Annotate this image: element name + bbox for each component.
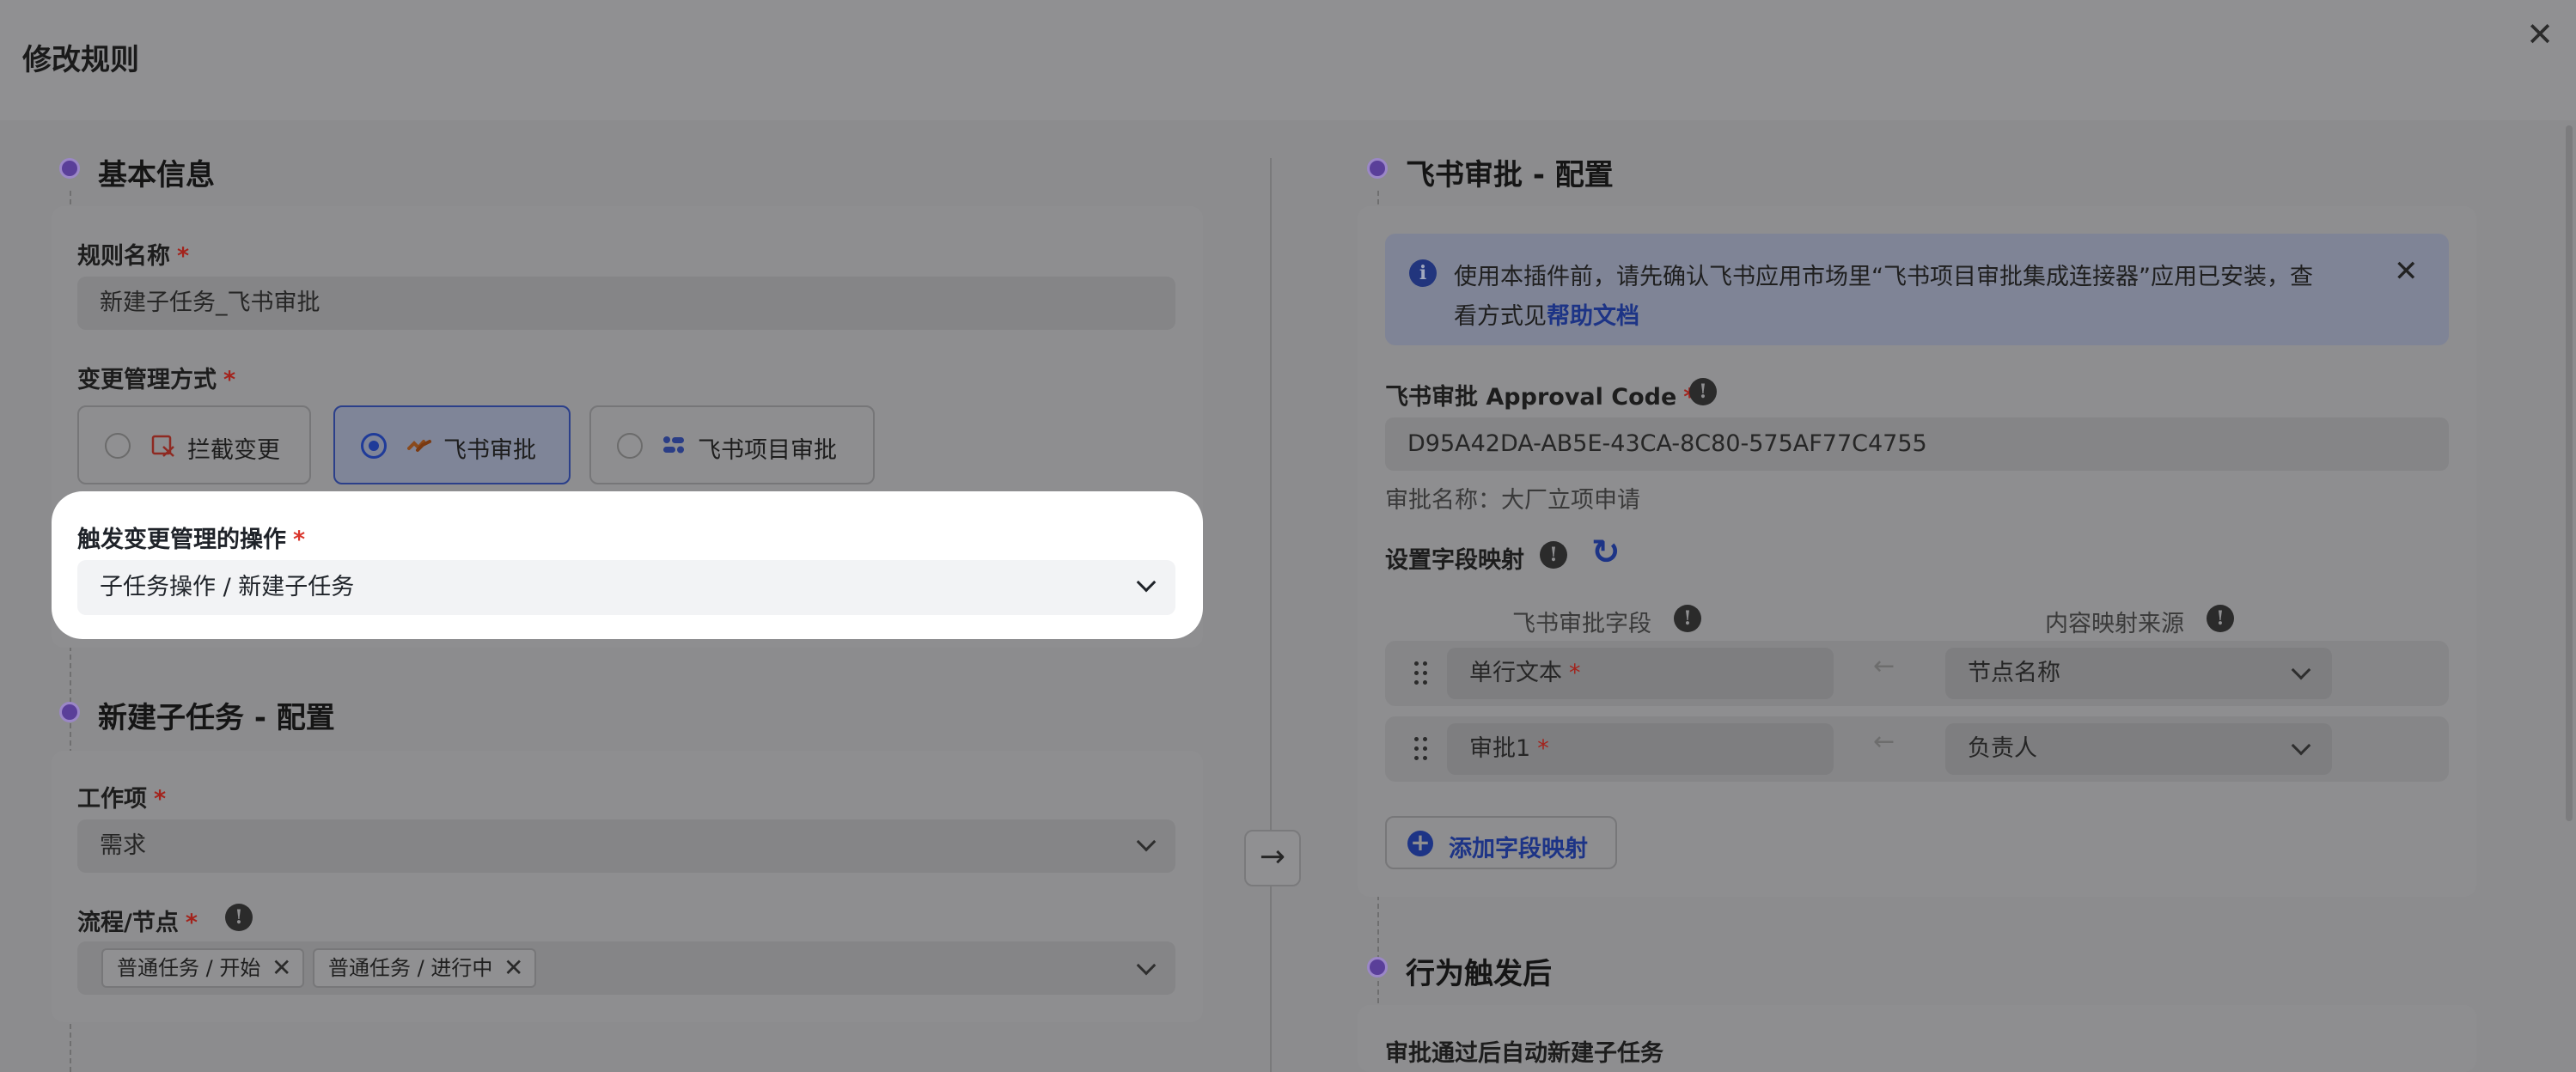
section-dot bbox=[59, 702, 80, 722]
column-divider bbox=[1270, 158, 1272, 1072]
auto-create-label: 审批通过后自动新建子任务 bbox=[1385, 1040, 1663, 1067]
tag-close-icon[interactable]: ✕ bbox=[272, 950, 291, 986]
tag-close-icon[interactable]: ✕ bbox=[504, 950, 523, 986]
mapping-field[interactable]: 审批1 * bbox=[1447, 723, 1834, 775]
tag-label: 普通任务 / 进行中 bbox=[328, 956, 493, 980]
block-change-icon bbox=[151, 435, 174, 457]
col-field-header: 飞书审批字段 bbox=[1512, 611, 1651, 637]
mapping-source-select[interactable]: 节点名称 bbox=[1945, 648, 2332, 699]
drag-handle-icon[interactable] bbox=[1414, 737, 1428, 761]
mapping-field[interactable]: 单行文本 * bbox=[1447, 648, 1834, 699]
warning-icon[interactable]: ! bbox=[225, 904, 253, 931]
scrollbar[interactable] bbox=[2566, 125, 2573, 821]
banner-close-icon[interactable]: ✕ bbox=[2394, 254, 2419, 289]
approval-code-input[interactable]: D95A42DA-AB5E-43CA-8C80-575AF77C4755 bbox=[1385, 417, 2449, 471]
flow-tag: 普通任务 / 进行中 ✕ bbox=[313, 948, 536, 988]
option-label: 拦截变更 bbox=[187, 437, 280, 464]
section-dot bbox=[1367, 957, 1388, 978]
refresh-icon[interactable]: ↻ bbox=[1591, 533, 1621, 572]
drag-handle-icon[interactable] bbox=[1414, 661, 1428, 685]
flow-node-label: 流程/节点 * bbox=[77, 910, 198, 936]
feishu-config-title: 飞书审批 - 配置 bbox=[1406, 158, 1614, 192]
basic-info-title: 基本信息 bbox=[98, 158, 215, 192]
warning-icon[interactable]: ! bbox=[1540, 541, 1567, 569]
option-feishu-project-approval[interactable]: 飞书项目审批 bbox=[589, 405, 875, 484]
trigger-label: 触发变更管理的操作 * bbox=[77, 527, 306, 553]
tag-label: 普通任务 / 开始 bbox=[117, 956, 261, 980]
info-icon: i bbox=[1409, 259, 1437, 287]
approval-code-label: 飞书审批 Approval Code * bbox=[1385, 384, 1696, 411]
radio-block-change[interactable] bbox=[105, 433, 131, 459]
arrow-right-icon: → bbox=[1244, 830, 1301, 886]
trigger-select[interactable]: 子任务操作 / 新建子任务 bbox=[77, 560, 1175, 615]
subtask-config-title: 新建子任务 - 配置 bbox=[98, 701, 335, 735]
approval-name: 审批名称：大厂立项申请 bbox=[1385, 487, 1640, 514]
work-item-select[interactable]: 需求 bbox=[77, 819, 1175, 873]
option-feishu-approval[interactable]: 飞书审批 bbox=[333, 405, 571, 484]
arrow-left-icon: ← bbox=[1873, 727, 1895, 757]
plus-icon: + bbox=[1407, 831, 1433, 856]
warning-icon[interactable]: ! bbox=[1674, 605, 1701, 632]
section-dot bbox=[59, 158, 80, 179]
feishu-project-icon bbox=[663, 436, 684, 454]
work-item-label: 工作项 * bbox=[77, 786, 167, 813]
close-icon[interactable]: ✕ bbox=[2523, 17, 2557, 52]
rule-name-label: 规则名称 * bbox=[77, 243, 190, 270]
page-title: 修改规则 bbox=[22, 43, 139, 77]
option-block-change[interactable]: 拦截变更 bbox=[77, 405, 311, 484]
mapping-source-select[interactable]: 负责人 bbox=[1945, 723, 2332, 775]
option-label: 飞书审批 bbox=[443, 437, 536, 464]
warning-icon[interactable]: ! bbox=[1689, 378, 1717, 405]
feishu-approval-icon bbox=[407, 440, 431, 452]
option-label: 飞书项目审批 bbox=[698, 437, 837, 464]
after-trigger-title: 行为触发后 bbox=[1406, 957, 1552, 991]
col-source-header: 内容映射来源 bbox=[2045, 611, 2184, 637]
add-mapping-button[interactable]: + 添加字段映射 bbox=[1385, 816, 1617, 869]
radio-feishu-project-approval[interactable] bbox=[617, 433, 643, 459]
help-doc-link[interactable]: 帮助文档 bbox=[1547, 303, 1639, 330]
section-dot bbox=[1367, 158, 1388, 179]
radio-feishu-approval[interactable] bbox=[361, 433, 387, 459]
warning-icon[interactable]: ! bbox=[2207, 605, 2234, 632]
rule-name-input[interactable]: 新建子任务_飞书审批 bbox=[77, 277, 1175, 330]
arrow-left-icon: ← bbox=[1873, 651, 1895, 681]
flow-tag: 普通任务 / 开始 ✕ bbox=[101, 948, 304, 988]
mapping-label: 设置字段映射 bbox=[1385, 547, 1524, 574]
banner-text: 使用本插件前，请先确认飞书应用市场里“飞书项目审批集成连接器”应用已安装，查 看… bbox=[1454, 264, 2313, 330]
change-mode-label: 变更管理方式 * bbox=[77, 367, 236, 393]
modal-header: 修改规则 ✕ bbox=[0, 0, 2576, 120]
add-mapping-label: 添加字段映射 bbox=[1449, 836, 1588, 862]
